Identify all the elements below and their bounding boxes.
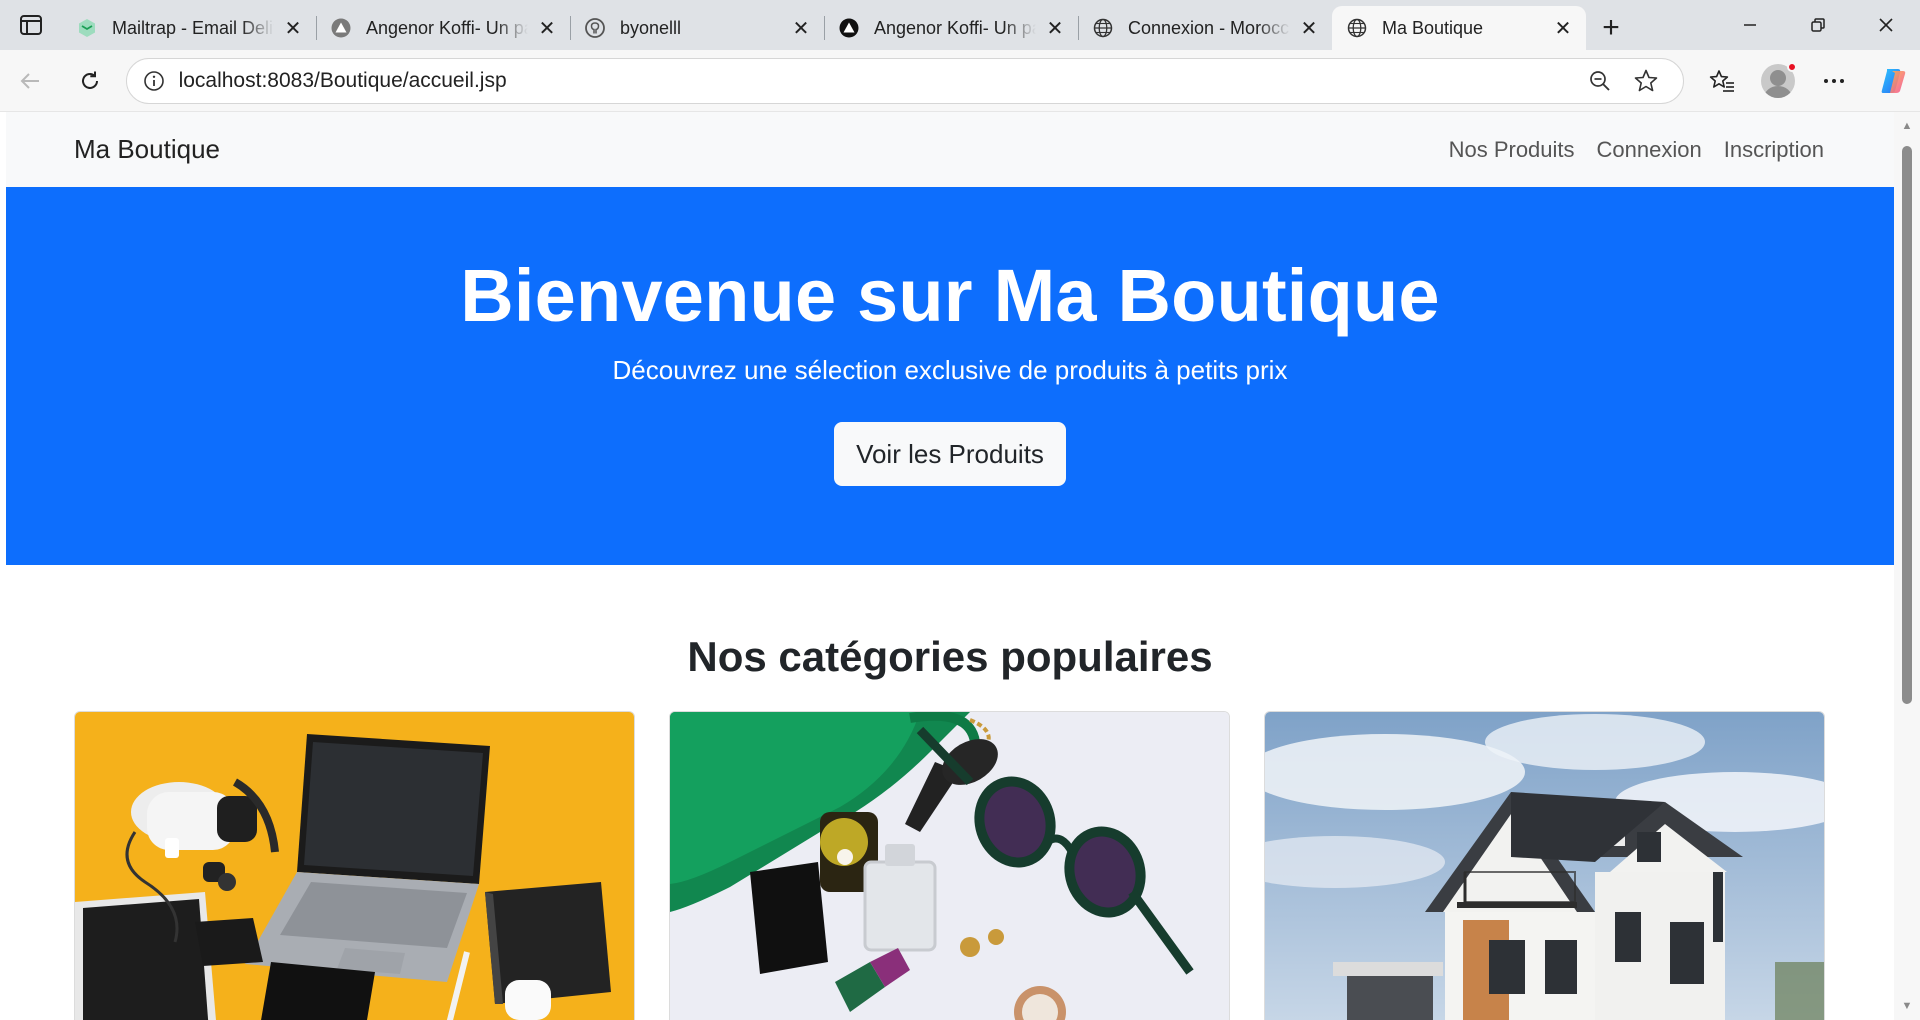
triangle-logo-icon — [330, 17, 352, 39]
restore-button[interactable] — [1784, 0, 1852, 50]
close-icon — [1879, 18, 1893, 32]
view-products-button[interactable]: Voir les Produits — [834, 422, 1066, 486]
hero-title: Bienvenue sur Ma Boutique — [460, 254, 1440, 337]
tab-strip: Mailtrap - Email Delivery ✕ Angenor Koff… — [0, 0, 1920, 50]
favorites-list-icon — [1709, 69, 1734, 92]
zoom-out-icon — [1590, 70, 1610, 91]
site-info-icon[interactable] — [141, 68, 167, 94]
notification-dot — [1787, 61, 1797, 72]
back-button[interactable] — [4, 55, 56, 107]
more-icon — [1824, 78, 1844, 83]
window-controls — [1716, 0, 1920, 50]
nav-link-connexion[interactable]: Connexion — [1597, 137, 1702, 163]
tab-angenor-2[interactable]: Angenor Koffi- Un parcours ✕ — [824, 6, 1078, 50]
url-path: :8083/Boutique/accueil.jsp — [261, 68, 507, 92]
close-tab-icon[interactable]: ✕ — [536, 17, 558, 40]
new-tab-button[interactable]: + — [1586, 6, 1636, 50]
nav-links: Nos Produits Connexion Inscription — [1449, 137, 1824, 163]
minimize-icon — [1744, 24, 1756, 26]
copilot-icon — [1881, 68, 1906, 93]
globe-icon — [1346, 17, 1368, 39]
hero-subtitle: Découvrez une sélection exclusive de pro… — [612, 355, 1288, 385]
avatar — [1761, 61, 1797, 98]
zoom-button[interactable] — [1577, 58, 1623, 104]
back-arrow-icon — [20, 72, 39, 89]
favorites-button[interactable] — [1696, 55, 1748, 107]
address-bar[interactable]: localhost:8083/Boutique/accueil.jsp — [125, 57, 1684, 104]
site-brand[interactable]: Ma Boutique — [74, 134, 220, 165]
close-tab-icon[interactable]: ✕ — [790, 17, 812, 40]
tab-title: Ma Boutique — [1382, 17, 1484, 38]
scrollbar-thumb[interactable] — [1902, 146, 1912, 704]
settings-menu-button[interactable] — [1808, 55, 1860, 107]
plus-icon: + — [1602, 11, 1620, 44]
nav-link-inscription[interactable]: Inscription — [1724, 137, 1824, 163]
globe-icon — [1092, 17, 1114, 39]
site-navbar: Ma Boutique Nos Produits Connexion Inscr… — [6, 112, 1894, 187]
star-icon — [1634, 69, 1658, 91]
tab-connexion[interactable]: Connexion - Morocco ✕ — [1078, 6, 1332, 50]
mailtrap-icon — [76, 17, 98, 39]
tab-mailtrap[interactable]: Mailtrap - Email Delivery ✕ — [62, 6, 316, 50]
github-icon — [584, 17, 606, 39]
tab-title: Angenor Koffi- Un parcours — [366, 17, 528, 38]
close-tab-icon[interactable]: ✕ — [1044, 17, 1066, 40]
favorite-button[interactable] — [1623, 58, 1669, 104]
tab-title: byonelll — [620, 17, 682, 38]
scroll-down-arrow-icon[interactable]: ▼ — [1894, 996, 1920, 1016]
copilot-button[interactable] — [1868, 55, 1920, 107]
refresh-button[interactable] — [64, 55, 116, 107]
category-card-house[interactable] — [1264, 711, 1825, 1020]
category-card-electronics[interactable] — [74, 711, 635, 1020]
toolbar-right — [1696, 55, 1920, 107]
nav-link-produits[interactable]: Nos Produits — [1449, 137, 1575, 163]
tab-title: Connexion - Morocco — [1128, 17, 1290, 38]
minimize-button[interactable] — [1716, 0, 1784, 50]
tab-angenor-1[interactable]: Angenor Koffi- Un parcours ✕ — [316, 6, 570, 50]
close-tab-icon[interactable]: ✕ — [1298, 17, 1320, 40]
fashion-accessories-photo — [670, 712, 1229, 1020]
close-tab-icon[interactable]: ✕ — [282, 17, 304, 40]
url-host: localhost — [178, 68, 262, 92]
category-card-fashion[interactable] — [669, 711, 1230, 1020]
house-photo — [1265, 712, 1824, 1020]
tab-title: Mailtrap - Email Delivery — [112, 17, 274, 38]
category-cards — [6, 711, 1894, 1020]
tab-title: Angenor Koffi- Un parcours — [874, 17, 1036, 38]
profile-button[interactable] — [1752, 55, 1804, 107]
page-viewport: Ma Boutique Nos Produits Connexion Inscr… — [6, 112, 1894, 1020]
categories-title: Nos catégories populaires — [687, 633, 1213, 680]
browser-toolbar: localhost:8083/Boutique/accueil.jsp — [0, 50, 1920, 112]
refresh-icon — [81, 71, 98, 89]
close-tab-icon[interactable]: ✕ — [1552, 17, 1574, 40]
tab-ma-boutique[interactable]: Ma Boutique ✕ — [1332, 6, 1586, 50]
scroll-up-arrow-icon[interactable]: ▲ — [1894, 116, 1920, 136]
restore-icon — [1811, 18, 1825, 32]
close-window-button[interactable] — [1852, 0, 1920, 50]
page-scrollbar[interactable]: ▲ ▼ — [1894, 112, 1920, 1020]
electronics-photo — [75, 712, 634, 1020]
tab-actions-button[interactable] — [0, 0, 62, 50]
triangle-logo-icon — [838, 17, 860, 39]
hero-banner: Bienvenue sur Ma Boutique Découvrez une … — [6, 187, 1894, 565]
tab-actions-icon — [20, 15, 42, 35]
tab-github[interactable]: byonelll ✕ — [570, 6, 824, 50]
url-text[interactable]: localhost:8083/Boutique/accueil.jsp — [179, 69, 1577, 93]
